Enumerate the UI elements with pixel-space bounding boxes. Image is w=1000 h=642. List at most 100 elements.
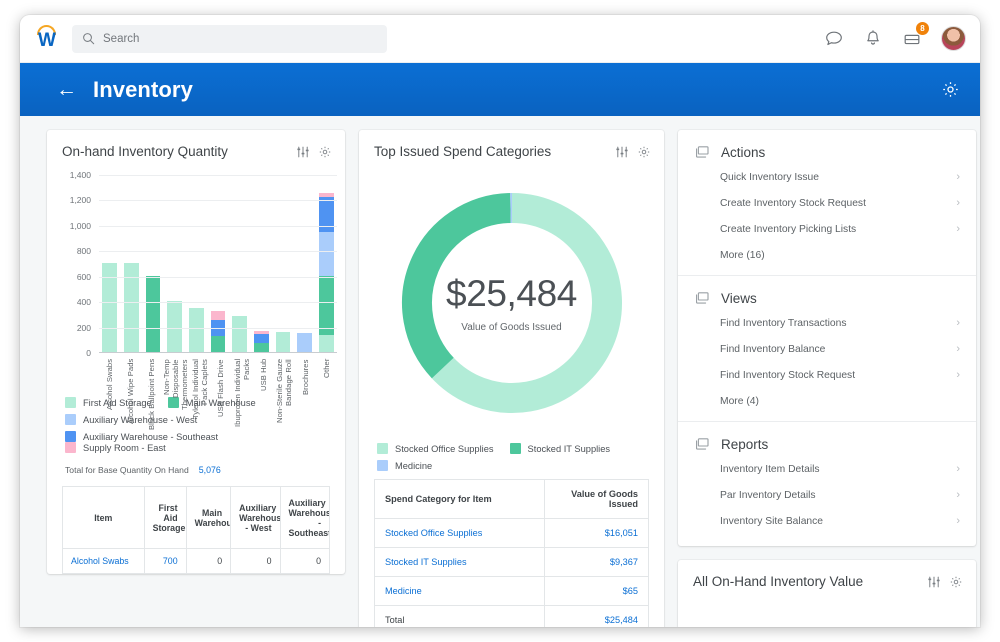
x-axis-tick-label: Non-Temp Disposable Thermometers — [162, 359, 189, 435]
workday-logo[interactable]: W — [32, 23, 62, 55]
x-axis-tick: Alcohol Swabs — [99, 359, 120, 435]
bar[interactable] — [297, 333, 312, 352]
cell-first-aid[interactable]: 700 — [144, 549, 186, 574]
bar-group[interactable] — [164, 175, 186, 352]
chat-icon[interactable] — [824, 29, 844, 49]
column-right: ActionsQuick Inventory Issue›Create Inve… — [678, 130, 976, 627]
col-value-of-goods-issued: Value of Goods Issued — [544, 480, 648, 519]
card-gear-icon[interactable] — [318, 145, 332, 159]
panel-item-label: Find Inventory Stock Request — [720, 370, 855, 381]
panel-item[interactable]: Create Inventory Stock Request› — [678, 190, 976, 216]
search-input[interactable]: Search — [72, 25, 387, 53]
panel-more-link[interactable]: More (4) — [678, 388, 976, 409]
bar[interactable] — [211, 311, 226, 352]
panel-actions: ActionsQuick Inventory Issue›Create Inve… — [678, 130, 976, 275]
inventory-table-wrapper: Item First Aid Storage Main Warehouse Au… — [62, 486, 330, 574]
card-title: All On-Hand Inventory Value — [693, 574, 863, 589]
panel-item[interactable]: Find Inventory Transactions› — [678, 310, 976, 336]
table-row: Stocked Office Supplies$16,051 — [375, 519, 649, 548]
cell-item[interactable]: Alcohol Swabs — [63, 549, 145, 574]
bar-segment[interactable] — [232, 316, 247, 352]
bar-group[interactable] — [272, 175, 294, 352]
back-button[interactable]: ← — [56, 79, 77, 100]
x-axis-tick: Brochures — [295, 359, 316, 435]
bar-group[interactable] — [99, 175, 121, 352]
panel-title: Views — [721, 291, 757, 306]
cell-category[interactable]: Stocked IT Supplies — [375, 548, 545, 577]
legend-label: Stocked IT Supplies — [528, 444, 611, 454]
bar-segment[interactable] — [189, 308, 204, 353]
bar[interactable] — [232, 316, 247, 352]
legend-item[interactable]: Medicine — [377, 460, 432, 471]
card-tools — [927, 575, 963, 589]
legend-swatch — [65, 397, 76, 408]
filter-sliders-icon[interactable] — [296, 145, 310, 159]
chart-placeholder — [678, 615, 976, 627]
legend-item[interactable]: Supply Room - East — [65, 442, 166, 453]
x-axis-tick-label: USB Flash Drive — [216, 359, 225, 435]
cell-value[interactable]: $65 — [544, 577, 648, 606]
bar[interactable] — [276, 332, 291, 352]
bar-segment[interactable] — [319, 232, 334, 277]
bar-group[interactable] — [294, 175, 316, 352]
cell-total-value[interactable]: $25,484 — [544, 606, 648, 628]
panel-more-link[interactable]: More (16) — [678, 242, 976, 263]
filter-sliders-icon[interactable] — [927, 575, 941, 589]
card-gear-icon[interactable] — [637, 145, 651, 159]
bell-icon[interactable] — [863, 29, 883, 49]
panel-item[interactable]: Create Inventory Picking Lists› — [678, 216, 976, 242]
bar-segment[interactable] — [254, 343, 269, 352]
table-row: Medicine$65 — [375, 577, 649, 606]
legend-item[interactable]: Stocked Office Supplies — [377, 443, 494, 454]
panel-item[interactable]: Inventory Site Balance› — [678, 508, 976, 534]
gridline — [99, 328, 337, 329]
legend-row: Medicine — [377, 460, 650, 471]
bar-segment[interactable] — [146, 276, 161, 352]
inbox-icon[interactable]: 8 — [902, 29, 922, 49]
bar-segment[interactable] — [297, 333, 312, 352]
bar-group[interactable] — [186, 175, 208, 352]
cell-category[interactable]: Medicine — [375, 577, 545, 606]
total-base-quantity-row: Total for Base Quantity On Hand 5,076 — [47, 459, 345, 486]
column-left: On-hand Inventory Quantity — [47, 130, 345, 627]
bar-group[interactable] — [207, 175, 229, 352]
bar[interactable] — [146, 276, 161, 352]
page-settings-gear-icon[interactable] — [941, 80, 960, 99]
bar-segment[interactable] — [276, 332, 291, 352]
avatar[interactable] — [941, 26, 966, 51]
panel-item[interactable]: Find Inventory Balance› — [678, 336, 976, 362]
panel-item[interactable]: Quick Inventory Issue› — [678, 164, 976, 190]
cell-category[interactable]: Stocked Office Supplies — [375, 519, 545, 548]
y-axis-tick: 1,000 — [55, 221, 95, 231]
panel-reports: Reports Inventory Item Details›Par Invent… — [678, 421, 976, 546]
bar-segment[interactable] — [319, 335, 334, 352]
bar[interactable] — [254, 331, 269, 352]
card-header: On-hand Inventory Quantity — [47, 130, 345, 169]
legend-swatch — [65, 442, 76, 453]
bar-segment[interactable] — [211, 336, 226, 352]
x-axis-tick-label: Non-Sterile Gauze Bandage Roll — [275, 359, 293, 435]
filter-sliders-icon[interactable] — [615, 145, 629, 159]
panel-item[interactable]: Par Inventory Details› — [678, 482, 976, 508]
cell-value[interactable]: $9,367 — [544, 548, 648, 577]
panel-item[interactable]: Inventory Item Details› — [678, 456, 976, 482]
panel-item-label: Find Inventory Transactions — [720, 318, 846, 329]
bar-group[interactable] — [250, 175, 272, 352]
legend-item[interactable]: Stocked IT Supplies — [510, 443, 611, 454]
panel-title: Reports — [721, 437, 768, 452]
bar-segment[interactable] — [254, 334, 269, 343]
card-gear-icon[interactable] — [949, 575, 963, 589]
bar-group[interactable] — [142, 175, 164, 352]
bar[interactable] — [189, 308, 204, 353]
panel-item[interactable]: Find Inventory Stock Request› — [678, 362, 976, 388]
bar-group[interactable] — [315, 175, 337, 352]
bar-group[interactable] — [121, 175, 143, 352]
bar-group[interactable] — [229, 175, 251, 352]
donut-legend: Stocked Office Supplies Stocked IT Suppli… — [359, 437, 664, 471]
inventory-table: Item First Aid Storage Main Warehouse Au… — [62, 486, 330, 574]
card-tools — [615, 145, 651, 159]
total-value[interactable]: 5,076 — [199, 465, 221, 475]
cell-value[interactable]: $16,051 — [544, 519, 648, 548]
x-axis-tick-label: Brochures — [301, 359, 310, 435]
bar-segment[interactable] — [211, 311, 226, 320]
